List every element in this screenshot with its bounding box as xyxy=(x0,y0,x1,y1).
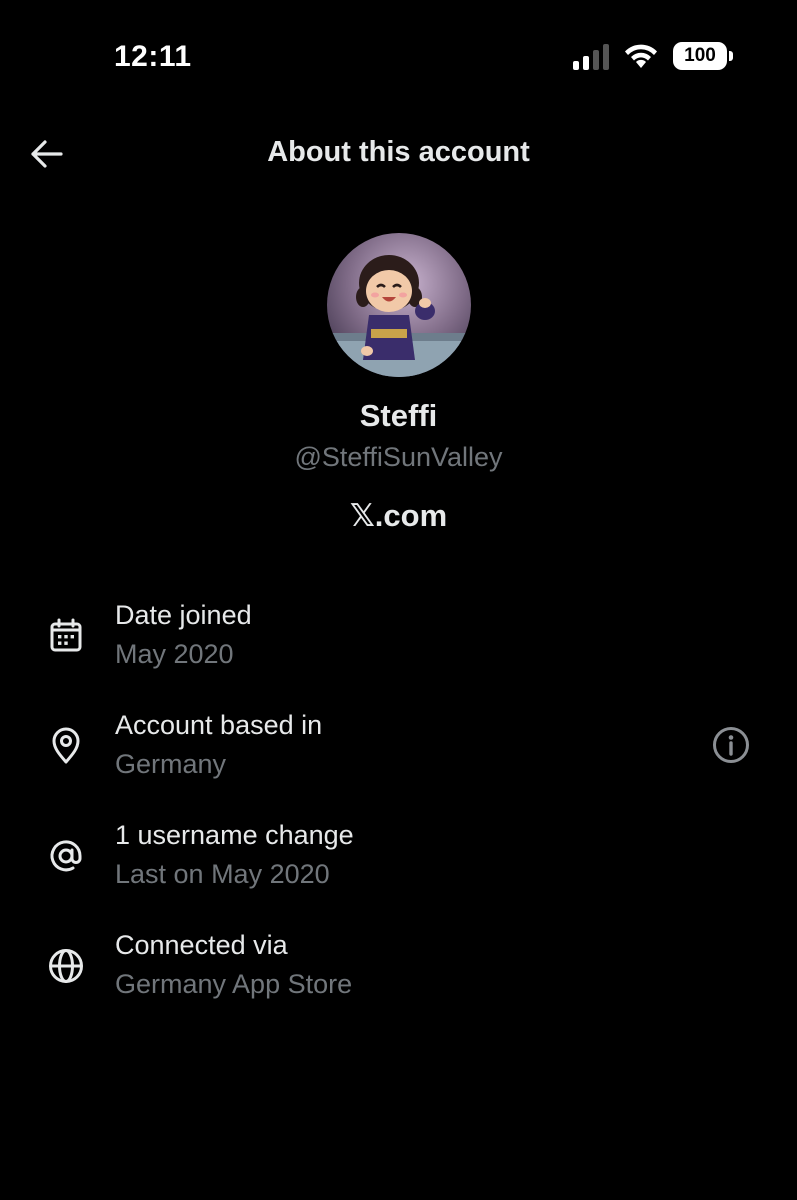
avatar xyxy=(327,233,471,377)
row-title: Connected via xyxy=(115,930,288,960)
calendar-icon xyxy=(44,614,88,658)
globe-icon xyxy=(44,944,88,988)
info-row-username-change: 1 username change Last on May 2020 xyxy=(0,820,797,920)
page-title: About this account xyxy=(267,136,530,168)
row-value: Last on May 2020 xyxy=(115,859,330,889)
about-account-screen: 12:11 100 About this account Steffi @Ste… xyxy=(0,0,797,1200)
row-value: Germany xyxy=(115,749,227,779)
info-row-date-joined: Date joined May 2020 xyxy=(0,600,797,700)
signal-icon xyxy=(573,42,609,70)
battery-icon: 100 xyxy=(673,42,733,70)
battery-level: 100 xyxy=(684,45,716,66)
status-time: 12:11 xyxy=(114,40,192,73)
status-icons: 100 xyxy=(573,42,733,70)
row-title: 1 username change xyxy=(115,820,354,850)
info-row-account-based-in: Account based in Germany xyxy=(0,710,797,810)
row-value: Germany App Store xyxy=(115,969,353,999)
display-name: Steffi xyxy=(359,398,438,433)
info-icon xyxy=(713,727,749,763)
info-row-connected-via: Connected via Germany App Store xyxy=(0,930,797,1030)
info-button[interactable] xyxy=(711,725,751,765)
platform-label: 𝕏.com xyxy=(349,498,448,533)
location-pin-icon xyxy=(44,724,88,768)
at-sign-icon xyxy=(44,834,88,878)
username-handle: @SteffiSunValley xyxy=(294,442,503,472)
row-title: Account based in xyxy=(115,710,323,740)
wifi-icon xyxy=(625,44,657,68)
row-value: May 2020 xyxy=(115,639,234,669)
row-title: Date joined xyxy=(115,600,252,630)
